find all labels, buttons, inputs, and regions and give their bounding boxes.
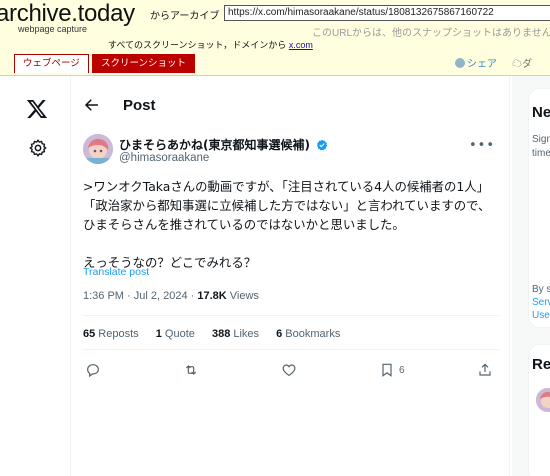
share-icon — [479, 363, 491, 376]
x-logo-icon[interactable] — [26, 98, 48, 120]
share-icon — [455, 58, 465, 68]
tab-screenshot[interactable]: スクリーンショット — [92, 54, 196, 73]
more-options-icon[interactable]: ••• — [469, 138, 495, 153]
post-line-blank — [83, 234, 503, 253]
reply-icon — [87, 364, 99, 378]
likes-label: Likes — [230, 328, 260, 340]
left-nav — [0, 76, 72, 476]
archive-subtitle: webpage capture — [18, 24, 88, 34]
page-title: Post — [123, 97, 156, 114]
all-snapshots-domain-link[interactable]: x.com — [289, 40, 313, 50]
archive-note: このURLからは、他のスナップショットはありませんで — [312, 28, 550, 39]
download-link[interactable]: ☁ダ — [512, 55, 532, 70]
views-label: Views — [226, 290, 259, 302]
likes-stat[interactable]: 388 Likes — [212, 328, 259, 340]
reposts-stat[interactable]: 65 Reposts — [83, 328, 139, 340]
post-meta: 1:36 PM · Jul 2, 2024 · 17.8K Views — [83, 290, 259, 302]
translate-post-link[interactable]: Translate post — [83, 266, 149, 278]
reposts-count: 65 — [83, 328, 96, 340]
repost-button[interactable] — [183, 360, 199, 380]
main-column: Post ひまそらあかね(東京都知事選候補) @himasoraakane ••… — [70, 76, 510, 476]
tab-webpage[interactable]: ウェブページ — [14, 54, 89, 73]
likes-count: 388 — [211, 328, 231, 340]
card-text: Sign — [532, 134, 550, 145]
use-policy-link[interactable]: Use — [532, 310, 550, 321]
bookmarks-stat[interactable]: 6 Bookmarks — [276, 328, 340, 340]
engagement-stats: 65 Reposts 1 Quote 388 Likes 6 Bookmarks — [83, 328, 354, 340]
verified-badge-icon — [317, 139, 328, 151]
divider — [83, 349, 499, 350]
reply-button[interactable] — [85, 360, 101, 380]
card-text: time — [532, 148, 550, 159]
post-line: 「政治家から都知事選に立候補した方ではない」と言われていますので、 — [83, 198, 491, 213]
divider — [83, 315, 499, 316]
cloud-download-icon: ☁ — [512, 59, 522, 70]
reposts-label: Reposts — [95, 328, 139, 340]
all-snapshots-prefix: すべてのスクリーンショット，ドメインから — [108, 40, 287, 50]
right-sidebar: Ne Sign time By s Serv Use Re — [512, 76, 550, 476]
gear-icon[interactable] — [28, 138, 48, 158]
share-button[interactable] — [477, 360, 493, 380]
quotes-stat[interactable]: 1 Quote — [156, 328, 195, 340]
heart-icon — [282, 364, 296, 377]
new-to-x-title: Ne — [532, 104, 550, 121]
author-handle[interactable]: @himasoraakane — [119, 152, 209, 164]
post-timestamp[interactable]: 1:36 PM · Jul 2, 2024 · — [83, 290, 197, 302]
bookmark-icon — [382, 363, 392, 377]
bookmark-count: 6 — [399, 364, 405, 376]
views-count: 17.8K — [197, 290, 227, 302]
post-text: >ワンオクTakaさんの動画ですが、「注目されている4人の候補者の1人」 「政治… — [83, 177, 503, 272]
card-text: By s — [532, 284, 550, 295]
download-label: ダ — [522, 59, 532, 70]
archive-all-snapshots: すべてのスクリーンショット，ドメインから x.com — [108, 38, 313, 51]
author-display-name: ひまそらあかね(東京都知事選候補) — [119, 138, 310, 152]
bookmark-button[interactable]: 6 — [379, 360, 405, 380]
archive-from-label: からアーカイブ — [150, 11, 220, 22]
bookmarks-label: Bookmarks — [282, 328, 341, 340]
post-line: >ワンオクTakaさんの動画ですが、「注目されている4人の候補者の1人」 — [83, 179, 490, 194]
author-name[interactable]: ひまそらあかね(東京都知事選候補) — [119, 136, 328, 153]
relevant-people-title: Re — [532, 356, 550, 373]
archive-header: archive.today webpage capture からアーカイブ ht… — [0, 0, 550, 76]
back-arrow-icon[interactable] — [83, 96, 101, 114]
archive-url-field[interactable]: https://x.com/himasoraakane/status/18081… — [224, 5, 550, 21]
avatar-image — [83, 134, 113, 164]
post-line: ひまそらさんを推されているのではないかと思いました。 — [83, 217, 405, 232]
quotes-label: Quote — [161, 328, 195, 340]
action-bar: 6 — [71, 360, 511, 384]
share-label: シェア — [467, 59, 497, 70]
terms-of-service-link[interactable]: Serv — [532, 297, 550, 308]
repost-icon — [185, 365, 197, 375]
avatar[interactable] — [83, 134, 113, 164]
share-link[interactable]: シェア — [455, 55, 497, 70]
like-button[interactable] — [281, 360, 297, 380]
